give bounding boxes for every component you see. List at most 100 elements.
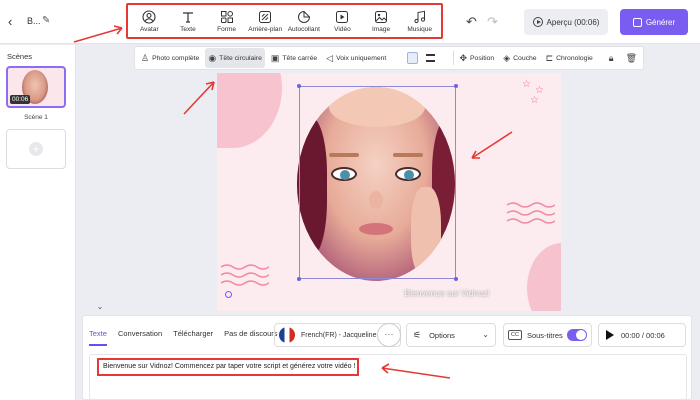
annotation-arrow: [183, 81, 215, 115]
style-label: Tête carrée: [282, 54, 318, 62]
style-full-photo[interactable]: ♙ Photo complète: [138, 48, 202, 68]
timeline-button[interactable]: ⊏ Chronologie: [543, 48, 596, 68]
position-button[interactable]: ✥ Position: [456, 48, 497, 68]
tool-sticker[interactable]: Autocollant: [285, 5, 323, 37]
redo-icon[interactable]: ↷: [487, 14, 498, 30]
tool-label: Image: [372, 25, 391, 33]
resize-handle[interactable]: [297, 277, 301, 281]
layer-label: Couche: [513, 54, 537, 62]
tool-text[interactable]: Texte: [169, 5, 207, 37]
style-voice-only[interactable]: ◁ Voix uniquement: [323, 48, 389, 68]
scene-label: Scène 1: [24, 114, 48, 121]
background-color-swatch[interactable]: [407, 52, 418, 64]
canvas-subtitle[interactable]: Bienvenue sur Vidnoz!: [217, 288, 561, 298]
script-textarea[interactable]: Bienvenue sur Vidnoz! Commencez par tape…: [89, 354, 687, 400]
options-dropdown[interactable]: ⚟ Options ⌄: [406, 323, 496, 347]
project-title[interactable]: B...: [27, 16, 41, 26]
lock-button[interactable]: 🔒︎: [606, 48, 620, 68]
position-label: Position: [470, 54, 495, 62]
star-icon: ☆: [530, 95, 539, 106]
tool-label: Texte: [180, 25, 196, 33]
style-label: Photo complète: [152, 54, 200, 62]
resize-handle[interactable]: [454, 277, 458, 281]
edit-icon[interactable]: ✎: [42, 15, 50, 26]
french-flag-icon: [279, 327, 295, 343]
scenes-sidebar: Scènes 00:06 Scène 1 +: [0, 45, 76, 400]
style-square-head[interactable]: ▣ Tête carrée: [268, 48, 320, 68]
person-icon: ♙: [141, 52, 150, 63]
tool-label: Forme: [217, 25, 236, 33]
square-head-icon: ▣: [270, 52, 280, 63]
circle-head-icon: ◉: [208, 52, 217, 63]
image-icon: [375, 10, 388, 23]
collapse-panel-icon[interactable]: ⌄: [92, 302, 108, 314]
trash-icon: 🗑︎: [625, 52, 637, 63]
speaker-icon: ◁: [326, 52, 334, 63]
generate-button[interactable]: Générer: [620, 9, 688, 35]
scenes-title: Scènes: [7, 52, 33, 61]
style-label: Tête circulaire: [219, 54, 262, 62]
chevron-down-icon: ⌄: [482, 330, 489, 339]
decor-blob: [217, 73, 282, 148]
decor-waves: [506, 202, 555, 224]
resize-handle[interactable]: [297, 84, 301, 88]
play-circle-icon: [532, 17, 543, 27]
delete-button[interactable]: 🗑︎: [623, 48, 643, 68]
avatar-style-toolbar: ♙ Photo complète ◉ Tête circulaire ▣ Têt…: [134, 46, 644, 70]
style-label: Voix uniquement: [336, 54, 387, 62]
tool-video[interactable]: Vidéo: [323, 5, 361, 37]
editor-canvas[interactable]: ☆ ☆ ☆ Bienvenue sur Vidnoz!: [217, 73, 561, 311]
layers-icon: ◈: [503, 52, 511, 63]
sticker-icon: [297, 10, 310, 23]
voice-selector[interactable]: French(FR) - Jacqueline ···: [274, 323, 401, 347]
tool-avatar[interactable]: Avatar: [130, 5, 168, 37]
audio-player: 00:00 / 00:06: [598, 323, 686, 347]
video-icon: [336, 10, 349, 23]
layer-button[interactable]: ◈ Couche: [500, 48, 539, 68]
scene-duration: 00:06: [10, 95, 31, 104]
decor-blob: [527, 243, 561, 311]
subtitles-label: Sous-titres: [526, 330, 563, 340]
playback-time: 00:00 / 00:06: [621, 330, 665, 340]
text-icon: [182, 11, 193, 23]
shape-icon: [220, 10, 233, 23]
style-circle-head[interactable]: ◉ Tête circulaire: [205, 48, 265, 68]
resize-handle[interactable]: [454, 84, 458, 88]
subtitles-toggle[interactable]: [567, 329, 587, 341]
script-tabs: Texte Conversation Télécharger Pas de di…: [89, 329, 289, 346]
tab-text[interactable]: Texte: [89, 329, 107, 346]
tool-image[interactable]: Image: [362, 5, 400, 37]
tool-label: Avatar: [139, 25, 159, 33]
preview-button[interactable]: Aperçu (00:06): [524, 9, 608, 35]
add-scene-button[interactable]: +: [6, 129, 66, 169]
preview-label: Aperçu (00:06): [546, 17, 600, 27]
more-icon[interactable]: ···: [377, 323, 401, 347]
star-icon: ☆: [522, 79, 531, 90]
cc-icon: CC: [508, 330, 522, 340]
undo-icon[interactable]: ↶: [466, 14, 477, 30]
element-toolbar: Avatar Texte Forme Arrière-plan Autocoll…: [126, 3, 443, 39]
tool-label: Autocollant: [287, 25, 320, 33]
move-icon: ✥: [459, 52, 468, 63]
options-label: Options: [429, 330, 455, 340]
selection-box: [299, 86, 456, 279]
music-icon: [414, 10, 425, 23]
subtitles-control: CC Sous-titres: [503, 323, 592, 347]
border-style-icon[interactable]: [425, 54, 435, 62]
scene-thumbnail[interactable]: 00:06: [6, 66, 66, 108]
tab-conversation[interactable]: Conversation: [118, 329, 162, 346]
tab-upload[interactable]: Télécharger: [173, 329, 213, 346]
voice-name: French(FR) - Jacqueline: [301, 331, 377, 339]
tool-music[interactable]: Musique: [401, 5, 439, 37]
generate-label: Générer: [645, 17, 676, 27]
play-icon[interactable]: [606, 330, 614, 340]
decor-waves: [220, 264, 269, 286]
back-icon[interactable]: ‹: [8, 14, 22, 30]
annotation-highlight-box: Bienvenue sur Vidnoz! Commencez par tape…: [97, 358, 359, 376]
tool-background[interactable]: Arrière-plan: [246, 5, 284, 37]
divider: [452, 51, 454, 65]
tab-no-speech[interactable]: Pas de discours: [224, 329, 277, 346]
script-text: Bienvenue sur Vidnoz! Commencez par tape…: [103, 363, 356, 370]
tool-shape[interactable]: Forme: [208, 5, 246, 37]
lock-icon: 🔒︎: [608, 52, 614, 63]
